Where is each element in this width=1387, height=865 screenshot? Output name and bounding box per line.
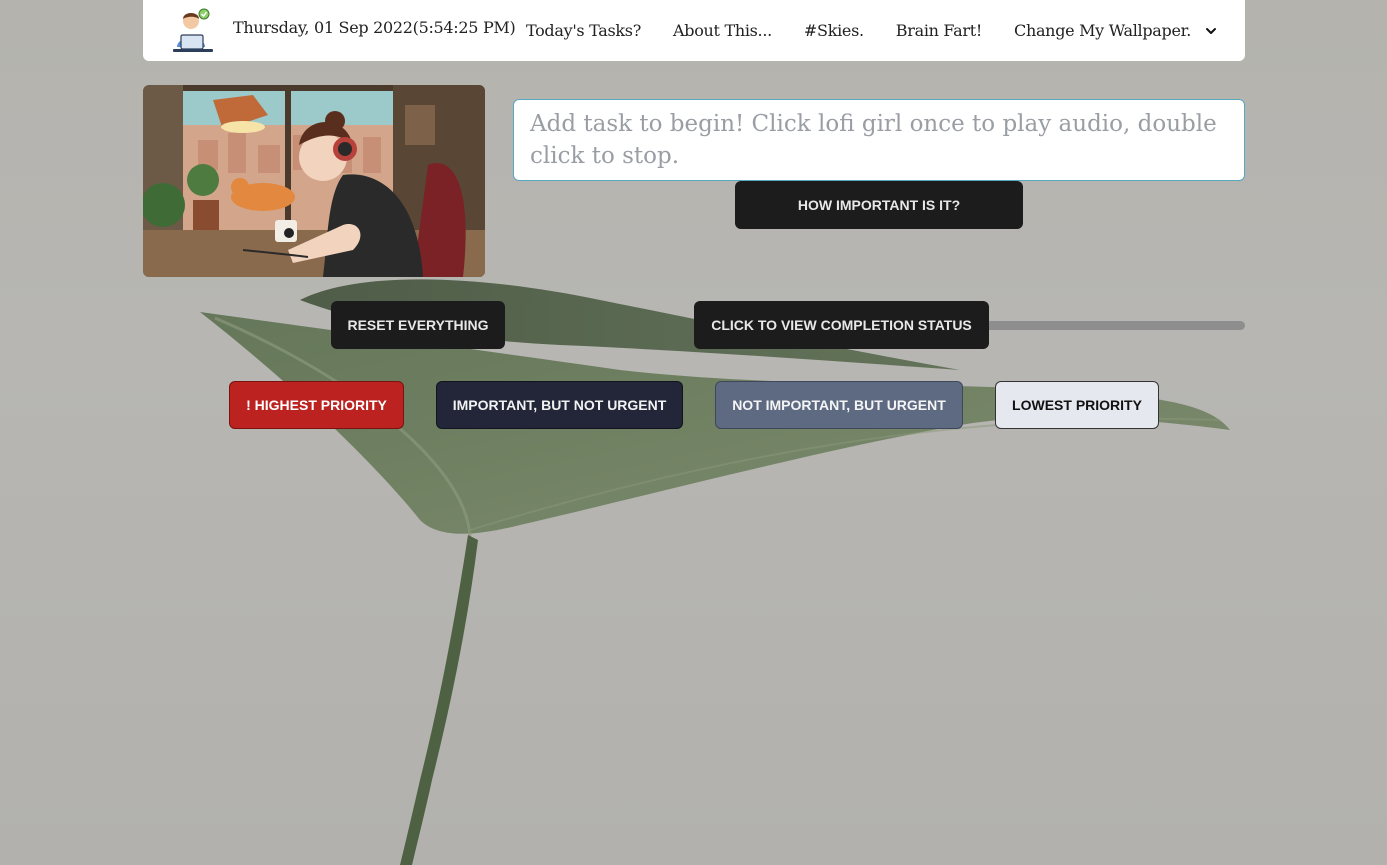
wallpaper-dropdown-label: Change My Wallpaper.: [1014, 21, 1191, 40]
nav-link-skies[interactable]: #Skies.: [804, 21, 864, 40]
task-input[interactable]: [513, 99, 1245, 181]
not-important-urgent-button[interactable]: Not important, but urgent: [715, 381, 963, 429]
wallpaper-dropdown[interactable]: Change My Wallpaper.: [1014, 21, 1217, 40]
lowest-priority-button[interactable]: Lowest Priority: [995, 381, 1159, 429]
completion-progress-bar: [985, 321, 1245, 330]
top-navbar: Thursday, 01 Sep 2022(5:54:25 PM) Today'…: [143, 0, 1245, 61]
chevron-down-icon: [1206, 27, 1216, 34]
nav-link-about[interactable]: About This...: [673, 21, 772, 40]
how-important-button[interactable]: How important is it?: [735, 181, 1023, 229]
nav-links: Today's Tasks? About This... #Skies. Bra…: [526, 0, 1245, 61]
lofi-girl-image[interactable]: [143, 85, 485, 277]
reset-everything-button[interactable]: Reset Everything: [331, 301, 505, 349]
highest-priority-button[interactable]: ! Highest Priority: [229, 381, 404, 429]
important-not-urgent-button[interactable]: Important, but not urgent: [436, 381, 683, 429]
nav-link-todays-tasks[interactable]: Today's Tasks?: [526, 21, 641, 40]
completion-status-button[interactable]: Click to view completion status: [694, 301, 989, 349]
person-at-laptop-icon[interactable]: [169, 7, 217, 55]
current-datetime: Thursday, 01 Sep 2022(5:54:25 PM): [233, 18, 516, 37]
nav-link-brain-fart[interactable]: Brain Fart!: [896, 21, 983, 40]
